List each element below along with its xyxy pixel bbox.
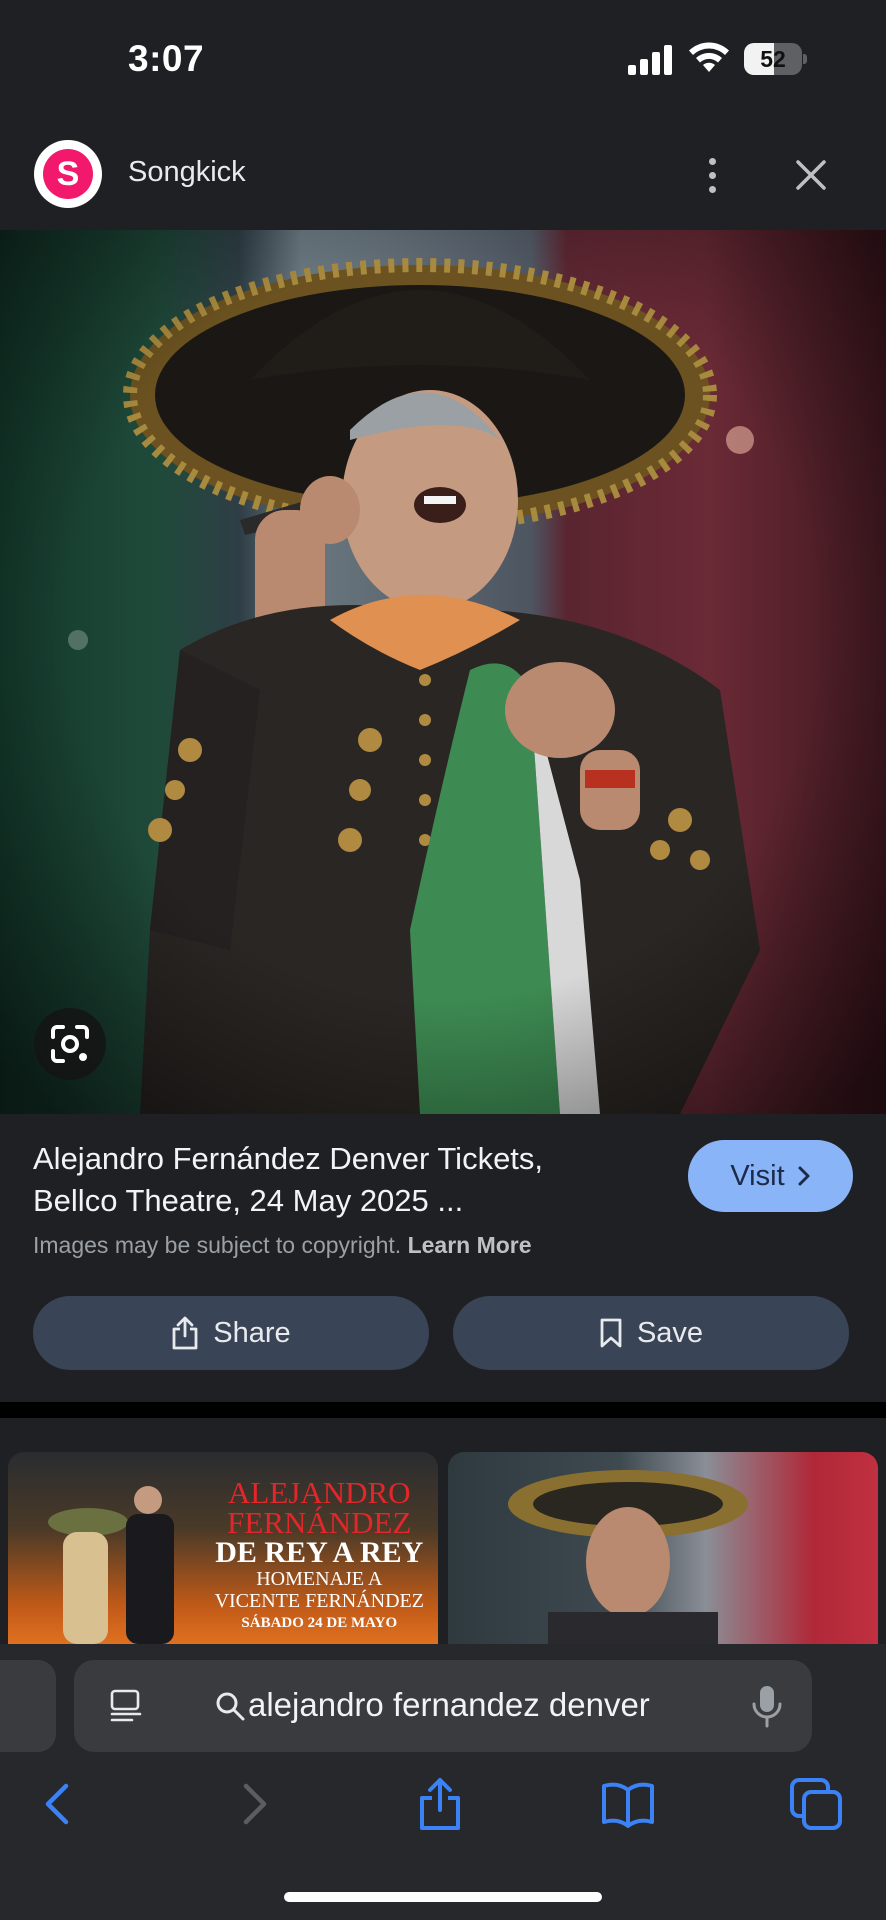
browser-toolbar: alejandro fernandez denver bbox=[0, 1644, 886, 1920]
poster-line-1: ALEJANDRO bbox=[228, 1475, 411, 1510]
back-chevron-icon[interactable] bbox=[32, 1776, 88, 1832]
result-image[interactable] bbox=[0, 230, 886, 1114]
address-bar[interactable]: alejandro fernandez denver bbox=[74, 1660, 812, 1752]
battery-percent: 52 bbox=[760, 46, 786, 72]
cellular-signal-icon bbox=[628, 45, 672, 75]
save-label: Save bbox=[636, 1316, 704, 1349]
wifi-icon bbox=[689, 42, 729, 72]
poster-line-6: SÁBADO 24 DE MAYO bbox=[241, 1615, 398, 1631]
search-icon bbox=[216, 1692, 245, 1721]
poster-line-4: HOMENAJE A bbox=[256, 1568, 383, 1590]
singer-thumbnail bbox=[508, 1470, 748, 1644]
result-title[interactable]: Alejandro Fernández Denver Tickets, Bell… bbox=[33, 1138, 633, 1222]
status-time: 3:07 bbox=[128, 38, 205, 79]
browser-share-icon[interactable] bbox=[412, 1776, 468, 1832]
copyright-notice: Images may be subject to copyright. Lear… bbox=[33, 1232, 532, 1259]
share-icon bbox=[172, 1316, 198, 1350]
google-lens-icon bbox=[51, 1025, 89, 1063]
share-button[interactable]: Share bbox=[33, 1296, 429, 1370]
poster-line-3: DE REY A REY bbox=[215, 1536, 424, 1569]
forward-chevron-icon[interactable] bbox=[224, 1776, 280, 1832]
battery-indicator: 52 bbox=[744, 43, 807, 75]
microphone-icon[interactable] bbox=[750, 1684, 784, 1728]
chevron-right-icon bbox=[798, 1166, 810, 1186]
section-divider bbox=[0, 1402, 886, 1418]
status-bar: 3:07 52 bbox=[0, 0, 886, 118]
poster-line-2: FERNÁNDEZ bbox=[227, 1505, 412, 1540]
learn-more-link[interactable]: Learn More bbox=[408, 1232, 532, 1258]
close-icon[interactable] bbox=[790, 154, 832, 196]
related-images: ALEJANDRO FERNÁNDEZ DE REY A REY HOMENAJ… bbox=[0, 1418, 886, 1644]
visit-button[interactable]: Visit bbox=[688, 1140, 853, 1212]
google-lens-button[interactable] bbox=[34, 1008, 106, 1080]
songkick-logo-letter: S bbox=[43, 149, 93, 199]
viewer-header: S Songkick bbox=[0, 118, 886, 230]
site-name[interactable]: Songkick bbox=[128, 156, 246, 189]
poster-line-5: VICENTE FERNÁNDEZ bbox=[214, 1590, 424, 1612]
reader-mode-icon[interactable] bbox=[108, 1688, 144, 1724]
previous-tab-preview[interactable] bbox=[0, 1660, 56, 1752]
copyright-text: Images may be subject to copyright. bbox=[33, 1232, 402, 1258]
songkick-logo: S bbox=[34, 140, 102, 208]
singer-photo bbox=[0, 230, 886, 1114]
visit-label: Visit bbox=[730, 1159, 785, 1192]
save-button[interactable]: Save bbox=[453, 1296, 849, 1370]
related-image-poster[interactable]: ALEJANDRO FERNÁNDEZ DE REY A REY HOMENAJ… bbox=[8, 1452, 438, 1644]
address-text[interactable]: alejandro fernandez denver bbox=[248, 1686, 650, 1724]
bookmark-icon bbox=[600, 1318, 622, 1348]
more-vert-icon[interactable] bbox=[692, 150, 732, 200]
book-icon[interactable] bbox=[600, 1776, 656, 1832]
tabs-icon[interactable] bbox=[788, 1776, 844, 1832]
related-image-singer[interactable] bbox=[448, 1452, 878, 1644]
poster-title: ALEJANDRO FERNÁNDEZ DE REY A REY HOMENAJ… bbox=[214, 1475, 424, 1634]
home-indicator[interactable] bbox=[284, 1892, 602, 1902]
share-label: Share bbox=[213, 1316, 291, 1349]
